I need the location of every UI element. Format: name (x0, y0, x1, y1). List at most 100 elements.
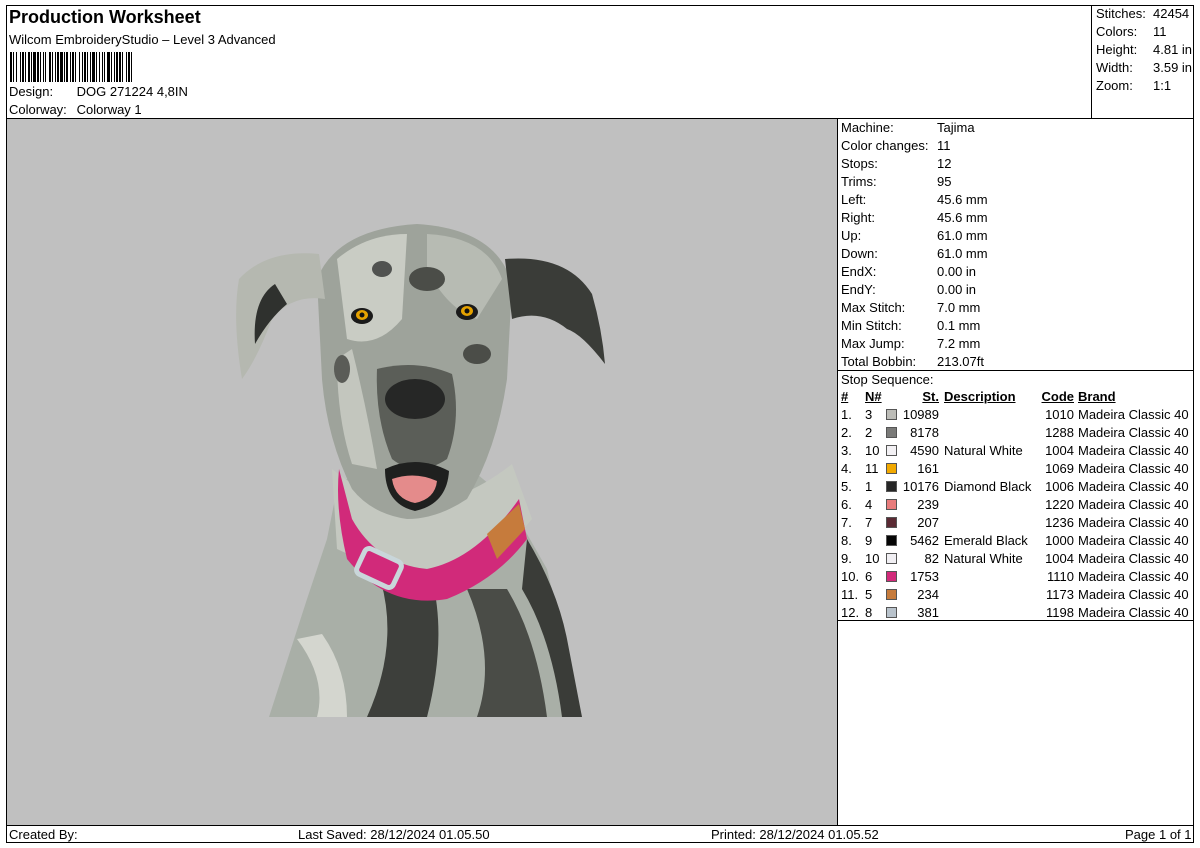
machine-value: Tajima (937, 120, 975, 135)
color-swatch (886, 409, 897, 420)
machine-label: Up: (841, 228, 862, 243)
machine-value: 0.1 mm (937, 318, 981, 333)
row-index: 10. (841, 569, 860, 584)
machine-row: Min Stitch: 0.1 mm (841, 317, 988, 335)
machine-row: Down: 61.0 mm (841, 245, 988, 263)
colorway-value: Colorway 1 (76, 102, 142, 117)
table-row: 5. 1 10176 Diamond Black 1006 Madeira Classic… (841, 478, 1193, 496)
created-by: Created By: (9, 827, 78, 842)
colorway-label: Colorway: (9, 102, 67, 117)
machine-value: 61.0 mm (937, 246, 988, 261)
color-swatch (886, 481, 897, 492)
stat-value: 3.59 in (1153, 60, 1193, 75)
row-index: 5. (841, 479, 852, 494)
machine-row: Trims: 95 (841, 173, 988, 191)
machine-value: 11 (937, 138, 951, 153)
row-index: 3. (841, 443, 852, 458)
header-description: Description (944, 389, 1016, 404)
stat-stitches: Stitches: 42454 (1096, 6, 1189, 21)
row-needle: 7 (865, 515, 873, 530)
machine-label: Max Jump: (841, 336, 905, 351)
row-code: 1288 (1045, 425, 1074, 440)
page-title: Production Worksheet (9, 7, 201, 27)
machine-row: Max Stitch: 7.0 mm (841, 299, 988, 317)
software-name: Wilcom EmbroideryStudio – Level 3 Advanc… (9, 32, 276, 47)
color-swatch (886, 535, 897, 546)
machine-value: 0.00 in (937, 264, 977, 279)
row-code: 1004 (1045, 551, 1074, 566)
summary-box: Stitches: 42454 Colors: 11 Height: 4.81 in … (1091, 5, 1194, 119)
row-needle: 10 (865, 443, 880, 458)
row-index: 6. (841, 497, 852, 512)
table-row: 7. 7 207 1236 Madeira Classic 40 (841, 514, 1193, 532)
row-brand: Madeira Classic 40 (1078, 587, 1189, 602)
row-description: Natural White (944, 443, 1023, 458)
table-row: 9. 10 82 Natural White 1004 Madeira Classic 4… (841, 550, 1193, 568)
row-code: 1006 (1045, 479, 1074, 494)
machine-value: 45.6 mm (937, 192, 988, 207)
table-row: 6. 4 239 1220 Madeira Classic 40 (841, 496, 1193, 514)
row-needle: 6 (865, 569, 873, 584)
footer-divider (6, 825, 1194, 826)
machine-row: Stops: 12 (841, 155, 988, 173)
machine-label: Stops: (841, 156, 878, 171)
stat-value: 11 (1153, 24, 1167, 39)
stat-label: Colors: (1096, 24, 1138, 39)
row-brand: Madeira Classic 40 (1078, 425, 1189, 440)
row-stitches: 4590 (910, 443, 939, 458)
row-code: 1010 (1045, 407, 1074, 422)
machine-info: Machine: Tajima Color changes: 11 Stops: 12 Tr… (841, 119, 988, 371)
table-row: 2. 2 8178 1288 Madeira Classic 40 (841, 424, 1193, 442)
last-saved: Last Saved: 28/12/2024 01.05.50 (298, 827, 490, 842)
row-stitches: 8178 (910, 425, 939, 440)
machine-label: Color changes: (841, 138, 929, 153)
row-brand: Madeira Classic 40 (1078, 461, 1189, 476)
row-stitches: 207 (917, 515, 939, 530)
machine-row: Left: 45.6 mm (841, 191, 988, 209)
row-description: Emerald Black (944, 533, 1028, 548)
machine-row: Right: 45.6 mm (841, 209, 988, 227)
stat-label: Stitches: (1096, 6, 1146, 21)
stat-value: 1:1 (1153, 78, 1172, 93)
row-stitches: 10176 (902, 479, 939, 494)
row-code: 1004 (1045, 443, 1074, 458)
color-swatch (886, 463, 897, 474)
row-description: Natural White (944, 551, 1023, 566)
row-code: 1069 (1045, 461, 1074, 476)
machine-row: Machine: Tajima (841, 119, 988, 137)
machine-row: EndX: 0.00 in (841, 263, 988, 281)
machine-value: 95 (937, 174, 952, 189)
row-needle: 4 (865, 497, 873, 512)
stat-zoom: Zoom: 1:1 (1096, 78, 1171, 93)
machine-value: 0.00 in (937, 282, 977, 297)
stat-value: 4.81 in (1153, 42, 1193, 57)
row-needle: 2 (865, 425, 873, 440)
row-brand: Madeira Classic 40 (1078, 551, 1189, 566)
design-preview (7, 119, 837, 825)
row-brand: Madeira Classic 40 (1078, 569, 1189, 584)
row-index: 2. (841, 425, 852, 440)
row-stitches: 239 (917, 497, 939, 512)
row-needle: 5 (865, 587, 873, 602)
stat-label: Zoom: (1096, 78, 1133, 93)
row-index: 7. (841, 515, 852, 530)
panel-divider (837, 119, 838, 825)
machine-row: Max Jump: 7.2 mm (841, 335, 988, 353)
machine-label: Right: (841, 210, 875, 225)
stat-label: Height: (1096, 42, 1138, 57)
machine-label: Total Bobbin: (841, 354, 917, 369)
page-number: Page 1 of 1 (1125, 827, 1192, 842)
machine-label: Left: (841, 192, 867, 207)
row-index: 9. (841, 551, 852, 566)
machine-row: Total Bobbin: 213.07ft (841, 353, 988, 371)
table-row: 1. 3 10989 1010 Madeira Classic 40 (841, 406, 1193, 424)
header-brand: Brand (1078, 389, 1116, 404)
row-index: 4. (841, 461, 852, 476)
table-row: 8. 9 5462 Emerald Black 1000 Madeira Classic … (841, 532, 1193, 550)
stop-table-header: # N# St. Description Code Brand (841, 388, 1193, 406)
machine-value: 7.2 mm (937, 336, 981, 351)
row-brand: Madeira Classic 40 (1078, 407, 1189, 422)
color-swatch (886, 571, 897, 582)
machine-label: Machine: (841, 120, 894, 135)
row-brand: Madeira Classic 40 (1078, 479, 1189, 494)
